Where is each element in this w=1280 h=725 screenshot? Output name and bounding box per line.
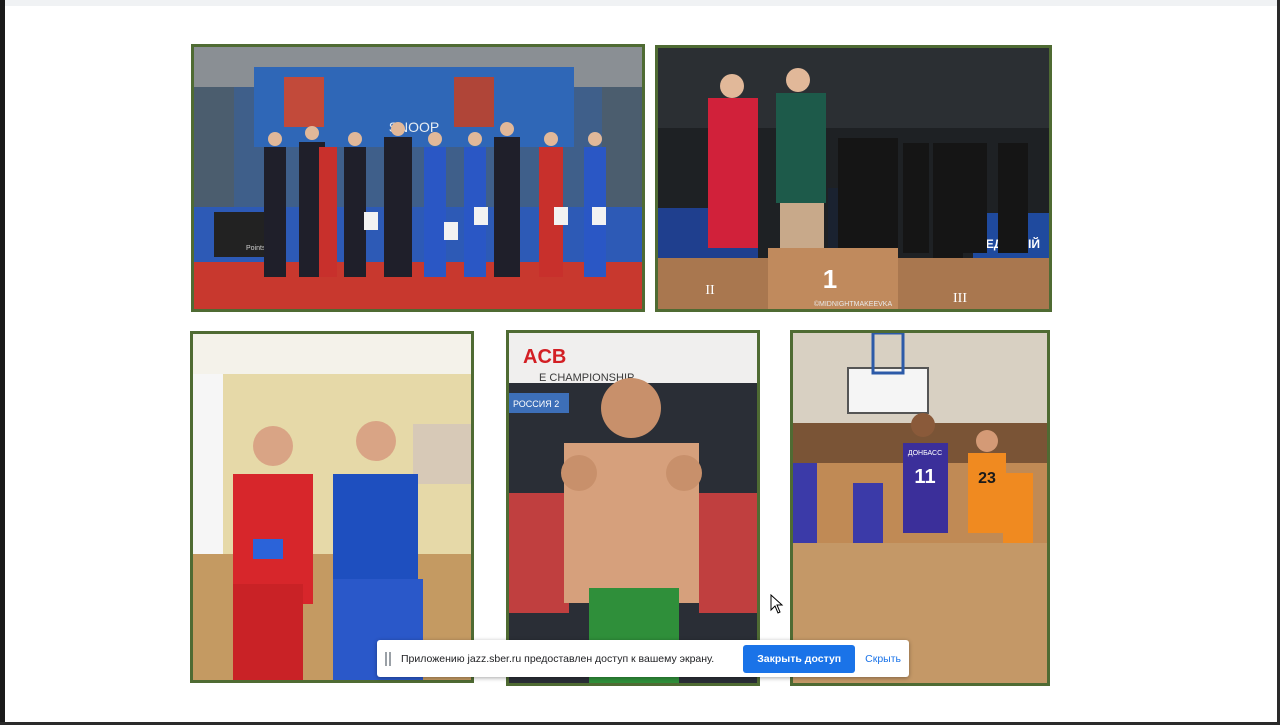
podium-third: III xyxy=(953,291,967,306)
window-frame-left xyxy=(0,0,5,725)
photo-boxers xyxy=(190,331,474,683)
jersey-team-text: ДОНБАСС xyxy=(908,450,942,457)
screen-share-bar: Приложению jazz.sber.ru предоставлен дос… xyxy=(377,640,909,677)
mouse-cursor-icon xyxy=(770,594,784,614)
photo-basketball: 11 ДОНБАСС 23 xyxy=(790,330,1050,686)
photo-wrestling-team: SNOOP 0 Points xyxy=(191,44,645,312)
jersey-number-11: 11 xyxy=(914,466,935,488)
stop-sharing-button[interactable]: Закрыть доступ xyxy=(743,644,856,673)
drag-handle-icon[interactable] xyxy=(385,651,391,666)
hide-button[interactable]: Скрыть xyxy=(865,653,901,665)
photo-podium: ЕДИНЫЙ 1 II III ©MIDNIGHTMAKEEVKA xyxy=(655,45,1052,312)
photo-watermark: ©MIDNIGHTMAKEEVKA xyxy=(814,300,893,308)
league-logo: ACB xyxy=(523,346,566,368)
top-strip xyxy=(5,0,1277,6)
scoreboard-label: Points xyxy=(246,245,266,252)
podium-first: 1 xyxy=(823,264,837,294)
jersey-number-23: 23 xyxy=(978,470,996,487)
share-message: Приложению jazz.sber.ru предоставлен дос… xyxy=(401,652,715,665)
photo-fighter: ACB E CHAMPIONSHIP РОССИЯ 2 xyxy=(506,330,760,686)
tv-channel-label: РОССИЯ 2 xyxy=(513,399,559,409)
podium-second: II xyxy=(705,283,715,298)
